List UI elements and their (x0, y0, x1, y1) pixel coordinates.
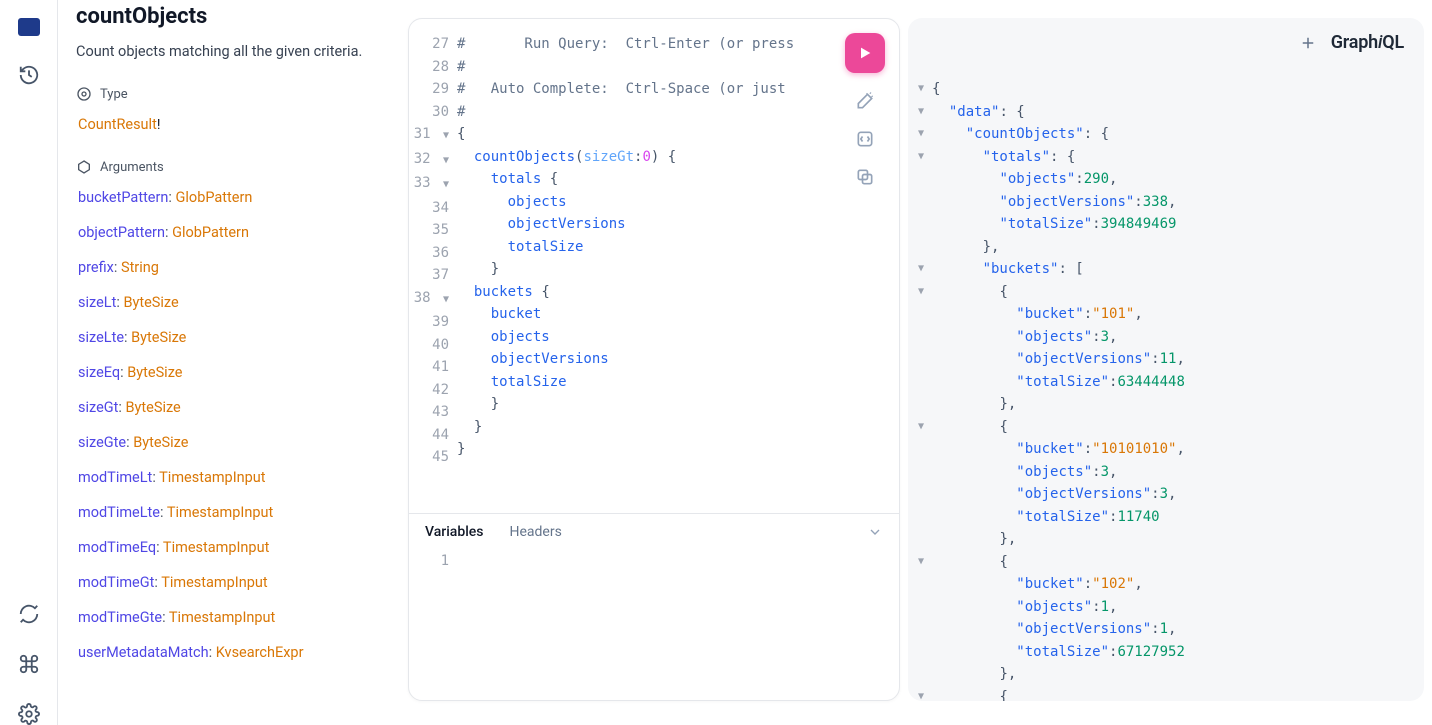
argument-type[interactable]: ByteSize (126, 399, 181, 416)
argument-name[interactable]: objectPattern (78, 224, 165, 241)
type-label: Type (100, 87, 128, 102)
argument-type[interactable]: TimestampInput (159, 469, 265, 486)
prettify-icon[interactable] (855, 91, 875, 111)
copy-icon[interactable] (855, 167, 875, 187)
editor-code[interactable]: # Run Query: Ctrl-Enter (or press## Auto… (457, 33, 899, 513)
argument-type[interactable]: ByteSize (127, 364, 182, 381)
argument-type[interactable]: GlobPattern (172, 224, 249, 241)
argument-name[interactable]: modTimeEq (78, 539, 156, 556)
argument-type[interactable]: GlobPattern (176, 189, 253, 206)
tab-headers[interactable]: Headers (509, 524, 561, 540)
query-editor-card: 27 28 29 30 31 ▼32 ▼33 ▼34 35 36 37 38 ▼… (408, 18, 900, 701)
argument-row: modTimeGt: TimestampInput (78, 574, 390, 591)
argument-type[interactable]: TimestampInput (169, 609, 275, 626)
argument-name[interactable]: sizeLt (78, 294, 116, 311)
type-link[interactable]: CountResult (78, 116, 157, 133)
argument-name[interactable]: sizeGte (78, 434, 126, 451)
argument-type[interactable]: TimestampInput (163, 539, 269, 556)
argument-name[interactable]: sizeGt (78, 399, 118, 416)
argument-row: sizeGte: ByteSize (78, 434, 390, 451)
argument-row: modTimeGte: TimestampInput (78, 609, 390, 626)
refresh-icon[interactable] (18, 603, 40, 625)
argument-type[interactable]: ByteSize (123, 294, 178, 311)
settings-icon[interactable] (18, 703, 40, 725)
argument-row: sizeEq: ByteSize (78, 364, 390, 381)
query-editor[interactable]: 27 28 29 30 31 ▼32 ▼33 ▼34 35 36 37 38 ▼… (409, 19, 899, 513)
docs-panel: countObjects Count objects matching all … (58, 0, 408, 725)
argument-row: userMetadataMatch: KvsearchExpr (78, 644, 390, 661)
graphiql-logo: GraphiQL (1331, 32, 1404, 53)
variables-editor[interactable]: 1 (409, 550, 899, 700)
response-panel: GraphiQL ▼{▼ "data": {▼ "countObjects": … (908, 18, 1424, 701)
editor-bottom-panel: Variables Headers 1 (409, 513, 899, 700)
argument-type[interactable]: TimestampInput (161, 574, 267, 591)
argument-row: objectPattern: GlobPattern (78, 224, 390, 241)
docs-icon[interactable] (18, 18, 40, 36)
argument-type[interactable]: String (121, 259, 159, 276)
type-section-header: Type (76, 86, 390, 102)
arguments-section-header: Arguments (76, 159, 390, 175)
response-json[interactable]: ▼{▼ "data": {▼ "countObjects": {▼ "total… (918, 78, 1406, 701)
argument-row: sizeLte: ByteSize (78, 329, 390, 346)
argument-row: prefix: String (78, 259, 390, 276)
tab-variables[interactable]: Variables (425, 524, 483, 540)
editor-tabs: Variables Headers (409, 514, 899, 550)
chevron-down-icon[interactable] (867, 524, 883, 540)
sidebar-rail (0, 0, 58, 725)
editor-gutter: 27 28 29 30 31 ▼32 ▼33 ▼34 35 36 37 38 ▼… (409, 33, 457, 513)
argument-row: sizeGt: ByteSize (78, 399, 390, 416)
argument-name[interactable]: userMetadataMatch (78, 644, 209, 661)
run-button[interactable] (845, 33, 885, 73)
arguments-list: bucketPattern: GlobPattern objectPattern:… (78, 189, 390, 661)
argument-type[interactable]: TimestampInput (167, 504, 273, 521)
argument-name[interactable]: prefix (78, 259, 114, 276)
argument-row: modTimeLte: TimestampInput (78, 504, 390, 521)
argument-row: modTimeEq: TimestampInput (78, 539, 390, 556)
history-icon[interactable] (18, 64, 40, 86)
add-tab-icon[interactable] (1299, 34, 1317, 52)
argument-row: modTimeLt: TimestampInput (78, 469, 390, 486)
argument-type[interactable]: KvsearchExpr (216, 644, 304, 661)
argument-type[interactable]: ByteSize (131, 329, 186, 346)
argument-name[interactable]: sizeEq (78, 364, 120, 381)
argument-row: bucketPattern: GlobPattern (78, 189, 390, 206)
argument-name[interactable]: modTimeGt (78, 574, 154, 591)
shortcuts-icon[interactable] (18, 653, 40, 675)
argument-name[interactable]: modTimeLte (78, 504, 160, 521)
editor-toolbar (845, 33, 885, 187)
argument-name[interactable]: sizeLte (78, 329, 124, 346)
argument-row: sizeLt: ByteSize (78, 294, 390, 311)
main-area: 27 28 29 30 31 ▼32 ▼33 ▼34 35 36 37 38 ▼… (408, 0, 1432, 725)
docs-description: Count objects matching all the given cri… (76, 43, 390, 60)
argument-name[interactable]: modTimeGte (78, 609, 162, 626)
merge-icon[interactable] (855, 129, 875, 149)
variables-gutter: 1 (409, 550, 457, 700)
docs-title: countObjects (76, 4, 390, 29)
argument-type[interactable]: ByteSize (133, 434, 188, 451)
arguments-label: Arguments (100, 160, 164, 175)
argument-name[interactable]: bucketPattern (78, 189, 168, 206)
argument-name[interactable]: modTimeLt (78, 469, 152, 486)
